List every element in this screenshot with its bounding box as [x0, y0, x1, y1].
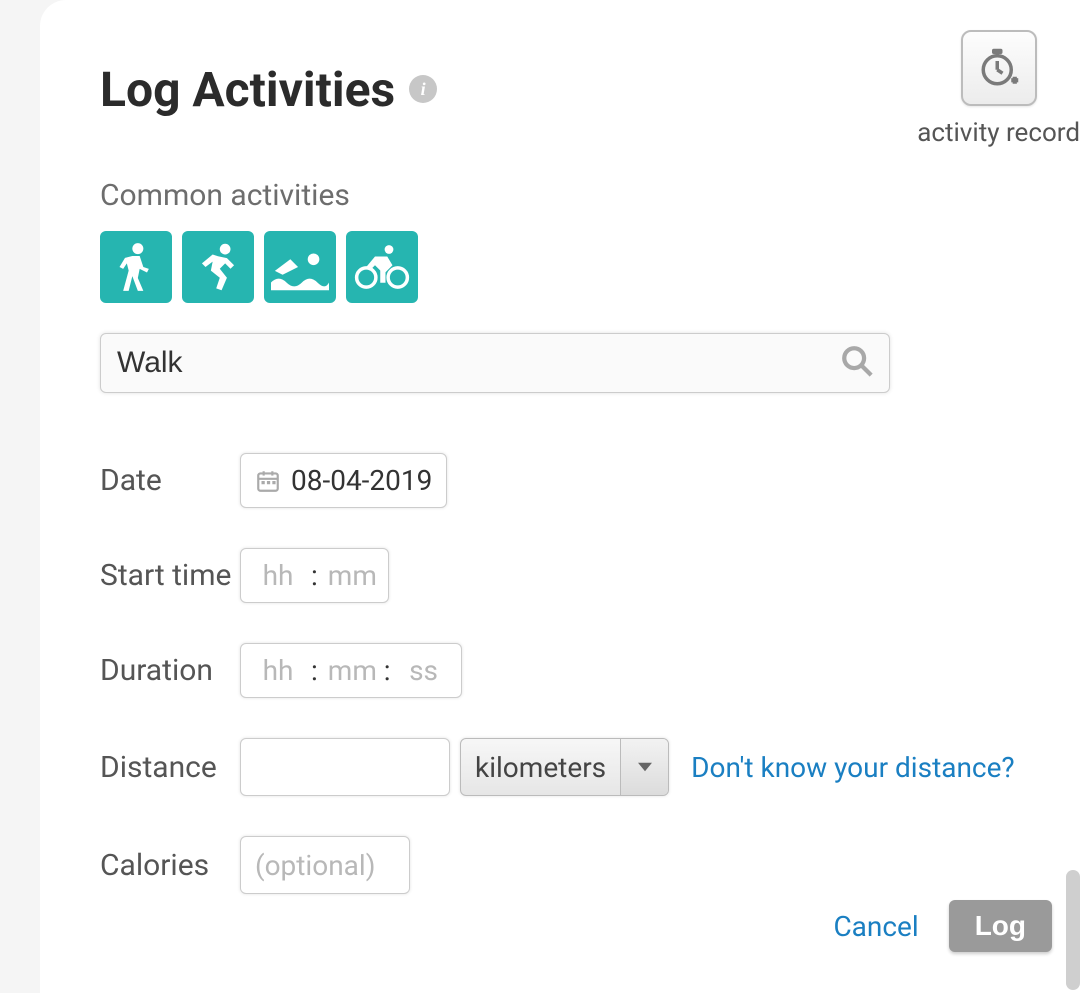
log-activities-panel: Log Activities i activity record Common …	[40, 0, 1080, 993]
duration-field[interactable]: hh : mm : ss	[240, 643, 462, 698]
activity-search-input[interactable]	[100, 333, 890, 393]
date-label: Date	[100, 463, 240, 498]
date-value: 08-04-2019	[291, 464, 432, 497]
activity-record-button[interactable]	[961, 30, 1037, 106]
chevron-down-icon	[620, 739, 668, 795]
calories-label: Calories	[100, 848, 240, 883]
search-icon[interactable]	[840, 344, 874, 382]
duration-hh[interactable]: hh	[255, 654, 301, 687]
page-title: Log Activities	[100, 61, 395, 118]
duration-mm[interactable]: mm	[328, 654, 374, 687]
calories-input[interactable]: (optional)	[240, 836, 410, 894]
calories-placeholder: (optional)	[255, 849, 375, 882]
duration-ss[interactable]: ss	[401, 654, 447, 687]
start-time-label: Start time	[100, 558, 240, 593]
bike-icon	[354, 243, 410, 291]
swim-icon	[271, 243, 329, 291]
distance-help-link[interactable]: Don't know your distance?	[691, 751, 1015, 784]
distance-label: Distance	[100, 750, 240, 785]
info-icon[interactable]: i	[409, 75, 437, 103]
cancel-button[interactable]: Cancel	[833, 910, 918, 943]
run-icon	[193, 241, 243, 293]
duration-label: Duration	[100, 653, 240, 688]
log-button[interactable]: Log	[949, 900, 1052, 952]
distance-unit-selected: kilometers	[461, 739, 620, 795]
stopwatch-add-icon	[978, 47, 1020, 89]
activity-tile-bike[interactable]	[346, 231, 418, 303]
calendar-icon	[255, 468, 281, 494]
activity-tile-swim[interactable]	[264, 231, 336, 303]
start-hh[interactable]: hh	[255, 559, 301, 592]
scrollbar-thumb[interactable]	[1066, 870, 1080, 990]
common-activities-label: Common activities	[100, 178, 1080, 213]
date-field[interactable]: 08-04-2019	[240, 453, 447, 508]
activity-tile-walk[interactable]	[100, 231, 172, 303]
distance-unit-select[interactable]: kilometers miles kilometers steps	[460, 738, 669, 796]
distance-input[interactable]	[240, 738, 450, 796]
activity-tile-run[interactable]	[182, 231, 254, 303]
walk-icon	[114, 241, 158, 293]
start-mm[interactable]: mm	[328, 559, 374, 592]
activity-record-caption: activity record	[917, 118, 1080, 148]
start-time-field[interactable]: hh : mm	[240, 548, 389, 603]
